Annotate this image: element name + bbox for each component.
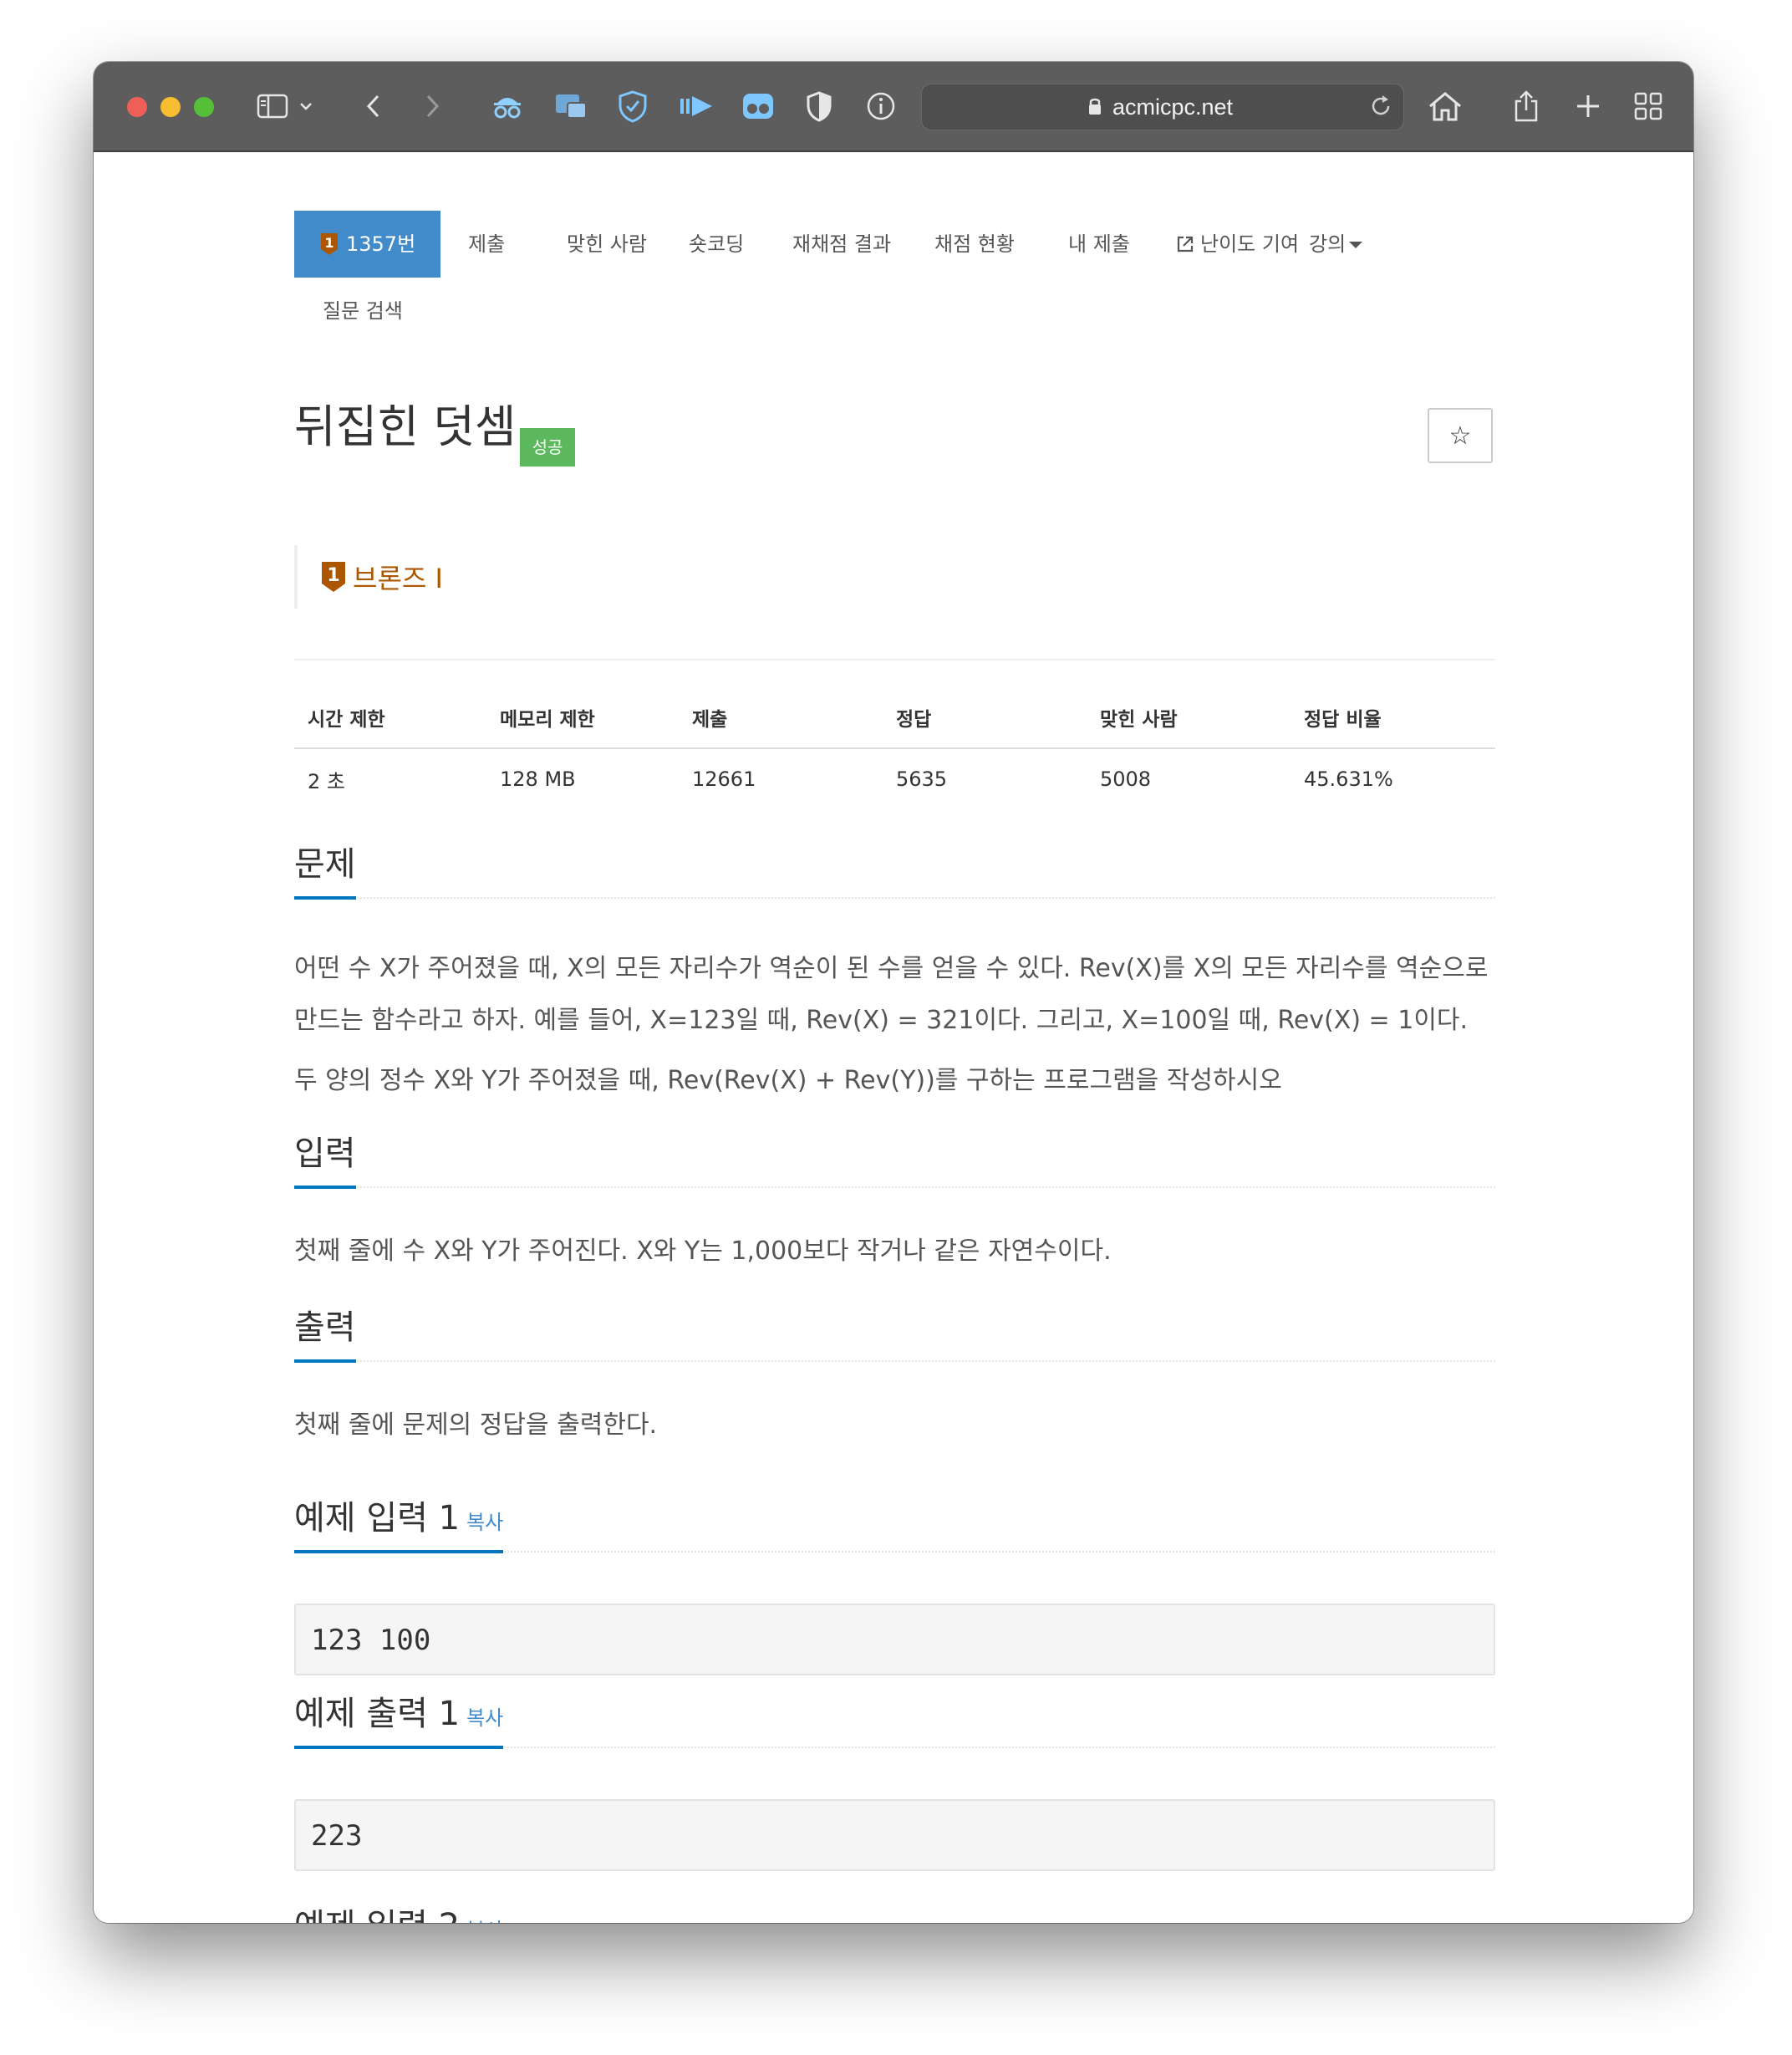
sample-input-1-title: 예제 입력 1 복사 <box>294 1499 504 1553</box>
share-icon[interactable] <box>1509 87 1543 125</box>
input-section-header: 입력 <box>294 1135 1495 1189</box>
tab-lectures-dropdown[interactable]: 강의 <box>1307 211 1364 278</box>
output-section-title: 출력 <box>294 1309 356 1363</box>
bronze-tier-icon: 1 <box>322 562 345 592</box>
problem-info-table: 시간 제한 메모리 제한 제출 정답 맞힌 사람 정답 비율 2 초 128 M… <box>294 687 1495 809</box>
svg-text:1: 1 <box>327 565 339 586</box>
play-extension-icon[interactable] <box>677 87 715 125</box>
back-icon[interactable] <box>361 87 386 125</box>
table-row: 2 초 128 MB 12661 5635 5008 45.631% <box>294 748 1495 809</box>
output-section-header: 출력 <box>294 1309 1495 1363</box>
sample-input-2-label: 예제 입력 2 <box>294 1907 460 1923</box>
url-text: acmicpc.net <box>1112 94 1234 120</box>
bronze-tier-icon: 1 <box>321 233 338 255</box>
header-accept-ratio: 정답 비율 <box>1291 687 1495 749</box>
problem-section-title: 문제 <box>294 846 356 900</box>
tab-lectures-label: 강의 <box>1309 232 1347 256</box>
sample-output-1[interactable]: 223 <box>294 1799 1495 1871</box>
tab-my-submissions[interactable]: 내 제출 <box>1067 211 1132 278</box>
tab-short-coding[interactable]: 숏코딩 <box>687 211 746 278</box>
tier-label[interactable]: 브론즈 I <box>353 558 443 596</box>
sample-input-1[interactable]: 123 100 <box>294 1604 1495 1675</box>
lock-icon <box>1087 96 1102 120</box>
shield-check-icon[interactable] <box>615 87 650 125</box>
memory-limit-value: 128 MB <box>500 767 576 791</box>
tab-difficulty-label: 난이도 기여 <box>1200 232 1300 256</box>
tier-label-block: 1 브론즈 I <box>294 545 443 609</box>
sidebar-toggle-icon[interactable] <box>254 87 291 125</box>
minimize-window-button[interactable] <box>160 97 181 117</box>
svg-text:1: 1 <box>324 235 333 251</box>
close-window-button[interactable] <box>127 97 147 117</box>
accepted-value: 5635 <box>896 767 948 791</box>
copy-button[interactable]: 복사 <box>466 1511 503 1534</box>
copy-button[interactable]: 복사 <box>466 1706 503 1730</box>
browser-toolbar: acmicpc.net <box>94 62 1693 152</box>
zoom-window-button[interactable] <box>194 97 214 117</box>
sample-input-1-label: 예제 입력 1 <box>294 1499 461 1537</box>
star-icon: ☆ <box>1448 421 1472 451</box>
tab-difficulty-contribution[interactable]: 난이도 기여 <box>1173 211 1301 278</box>
tab-rejudge-results[interactable]: 재채점 결과 <box>791 211 893 278</box>
problem-section-header: 문제 <box>294 846 1495 900</box>
favorite-star-button[interactable]: ☆ <box>1428 408 1493 463</box>
time-limit-value: 2 초 <box>308 769 345 793</box>
page-title: 뒤집힌 덧셈 <box>294 400 517 453</box>
problem-description: 어떤 수 X가 주어졌을 때, X의 모든 자리수가 역순이 된 수를 얻을 수… <box>294 954 1489 1035</box>
tab-judge-status[interactable]: 채점 현황 <box>933 211 1016 278</box>
sample-output-1-header: 예제 출력 1 복사 <box>294 1695 1495 1749</box>
sample-input-2-header: 예제 입력 2 복사 <box>294 1908 1495 1923</box>
tab-overview-icon[interactable] <box>1632 87 1665 125</box>
home-icon[interactable] <box>1426 87 1464 125</box>
header-memory-limit: 메모리 제한 <box>486 687 679 749</box>
header-time-limit: 시간 제한 <box>294 687 486 749</box>
sample-output-1-title: 예제 출력 1 복사 <box>294 1695 504 1749</box>
sample-input-2-title: 예제 입력 2 복사 <box>294 1908 503 1923</box>
output-description: 첫째 줄에 문제의 정답을 출력한다. <box>294 1410 658 1440</box>
caret-down-icon <box>1349 242 1363 248</box>
header-solved-users: 맞힌 사람 <box>1087 687 1291 749</box>
table-header-row: 시간 제한 메모리 제한 제출 정답 맞힌 사람 정답 비율 <box>294 687 1495 749</box>
goggles-extension-icon[interactable] <box>741 87 776 125</box>
pip-extension-icon[interactable] <box>553 87 588 125</box>
solved-users-value: 5008 <box>1100 767 1152 791</box>
tab-submit[interactable]: 제출 <box>466 211 507 278</box>
input-description: 첫째 줄에 수 X와 Y가 주어진다. X와 Y는 1,000보다 작거나 같은… <box>294 1237 1112 1266</box>
header-submissions: 제출 <box>679 687 883 749</box>
sample-output-1-label: 예제 출력 1 <box>294 1695 461 1733</box>
submissions-value: 12661 <box>692 767 756 791</box>
address-bar[interactable]: acmicpc.net <box>921 84 1404 130</box>
browser-window: acmicpc.net 1 1357번 제출 맞힌 사람 숏코딩 재채점 결과 … <box>94 62 1693 1923</box>
sample-input-1-header: 예제 입력 1 복사 <box>294 1500 1495 1553</box>
input-section-title: 입력 <box>294 1135 356 1189</box>
spy-extension-icon[interactable] <box>490 87 525 125</box>
header-accepted: 정답 <box>883 687 1087 749</box>
page-content: 1 1357번 제출 맞힌 사람 숏코딩 재채점 결과 채점 현황 내 제출 난… <box>94 152 1693 1923</box>
tab-solved-users[interactable]: 맞힌 사람 <box>565 211 649 278</box>
tab-problem[interactable]: 1 1357번 <box>294 211 441 278</box>
reload-icon[interactable] <box>1368 94 1393 122</box>
accept-ratio-value: 45.631% <box>1304 767 1393 791</box>
new-tab-icon[interactable] <box>1571 87 1605 125</box>
info-icon[interactable] <box>864 87 898 125</box>
problem-description-2: 두 양의 정수 X와 Y가 주어졌을 때, Rev(Rev(X) + Rev(Y… <box>294 1066 1282 1095</box>
status-badge: 성공 <box>520 428 575 467</box>
half-shield-icon[interactable] <box>802 87 836 125</box>
copy-button[interactable]: 복사 <box>466 1919 503 1923</box>
tab-question-search[interactable]: 질문 검색 <box>321 278 405 344</box>
divider <box>294 659 1495 660</box>
external-link-icon <box>1177 236 1194 252</box>
chevron-down-icon[interactable] <box>294 87 318 125</box>
tab-problem-label: 1357번 <box>346 232 416 256</box>
forward-icon[interactable] <box>420 87 445 125</box>
